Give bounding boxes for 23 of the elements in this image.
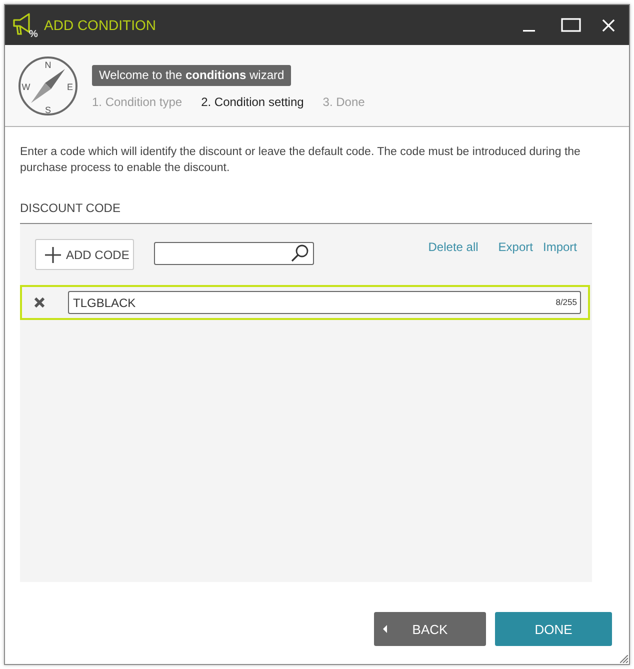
search-field[interactable]: [154, 242, 314, 265]
resize-grip-icon[interactable]: [620, 655, 628, 663]
caret-icon: [383, 625, 387, 633]
close-icon[interactable]: [602, 18, 615, 32]
maximize-icon[interactable]: [561, 18, 581, 32]
plus-icon: [45, 246, 61, 262]
wizard-step: 1. Condition type: [92, 95, 182, 109]
window-title: ADD CONDITION: [44, 17, 156, 33]
back-button[interactable]: BACK: [374, 612, 486, 646]
wizard-step: 2. Condition setting: [201, 95, 304, 109]
done-button[interactable]: DONE: [495, 612, 612, 646]
description-text: Enter a code which will identify the discount or leave the default code. The code must be introduced during the purchase process to enable the discount.: [20, 145, 582, 176]
compass-icon: N E S W: [18, 56, 78, 116]
search-icon[interactable]: [291, 244, 309, 262]
toolbar-link[interactable]: Export: [498, 240, 533, 254]
toolbar-link[interactable]: Delete all: [428, 240, 478, 254]
delete-icon[interactable]: [34, 297, 45, 308]
code-row[interactable]: TLGBLACK 8/255: [20, 285, 590, 320]
wizard-step: 3. Done: [322, 95, 365, 109]
add-code-button[interactable]: ADD CODE: [35, 239, 134, 270]
toolbar-link[interactable]: Import: [542, 240, 577, 254]
character-counter: 8/255: [556, 297, 577, 307]
welcome-banner: Welcome to the conditions wizard: [92, 65, 292, 86]
